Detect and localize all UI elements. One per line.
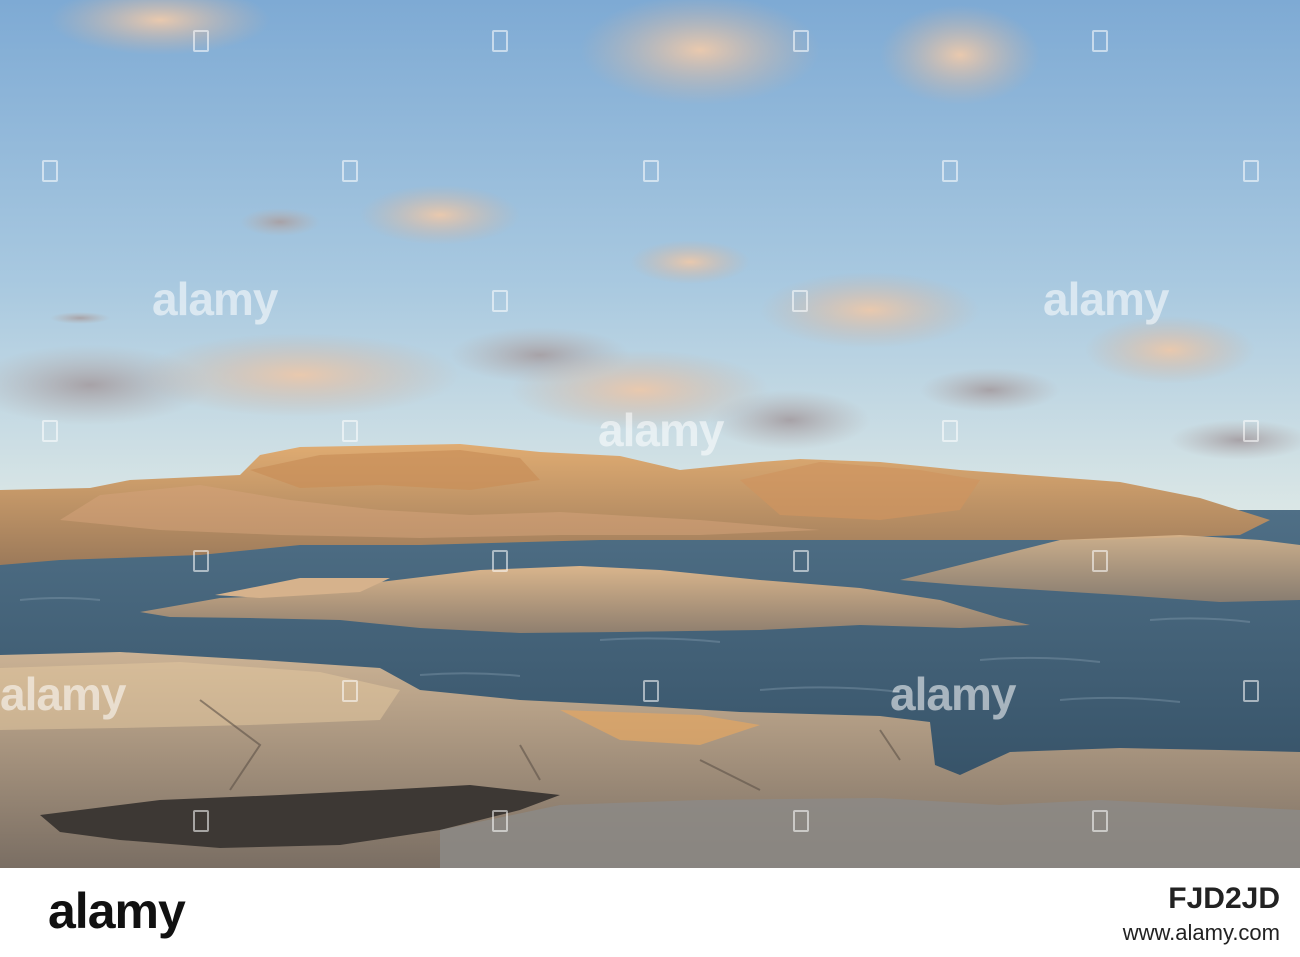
- watermark-text: alamy: [1043, 273, 1169, 325]
- watermark-text: alamy: [0, 668, 126, 720]
- watermark-mark: [342, 680, 358, 702]
- footer-logo: alamy: [48, 883, 186, 939]
- watermark-mark: [793, 810, 809, 832]
- watermark-mark: [942, 420, 958, 442]
- watermark-mark: [1243, 160, 1259, 182]
- site-url: www.alamy.com: [1122, 920, 1280, 945]
- coastal-landscape-photo: alamy alamy alamy alamy alamy: [0, 0, 1300, 868]
- watermark-mark: [193, 810, 209, 832]
- watermark-text: alamy: [598, 404, 724, 456]
- watermark-mark: [492, 30, 508, 52]
- watermark-mark: [342, 420, 358, 442]
- watermark-mark: [942, 160, 958, 182]
- watermark-mark: [193, 550, 209, 572]
- watermark-mark: [792, 290, 808, 312]
- foreground-slab: [440, 798, 1300, 868]
- watermark-mark: [42, 160, 58, 182]
- watermark-mark: [1092, 30, 1108, 52]
- watermark-text: alamy: [890, 668, 1016, 720]
- watermark-mark: [643, 160, 659, 182]
- footer-meta: FJD2JD www.alamy.com: [1123, 882, 1280, 946]
- watermark-mark: [793, 30, 809, 52]
- watermark-mark: [492, 290, 508, 312]
- stock-footer-bar: alamy FJD2JD www.alamy.com: [0, 868, 1300, 957]
- image-id: FJD2JD: [1168, 882, 1280, 915]
- watermark-mark: [643, 680, 659, 702]
- watermark-mark: [1092, 810, 1108, 832]
- watermark-mark: [492, 810, 508, 832]
- watermark-mark: [193, 30, 209, 52]
- watermark-mark: [492, 550, 508, 572]
- watermark-mark: [42, 420, 58, 442]
- watermark-mark: [1243, 680, 1259, 702]
- watermark-mark: [1092, 550, 1108, 572]
- watermark-mark: [1243, 420, 1259, 442]
- watermark-mark: [342, 160, 358, 182]
- watermark-mark: [793, 550, 809, 572]
- watermark-text: alamy: [152, 273, 278, 325]
